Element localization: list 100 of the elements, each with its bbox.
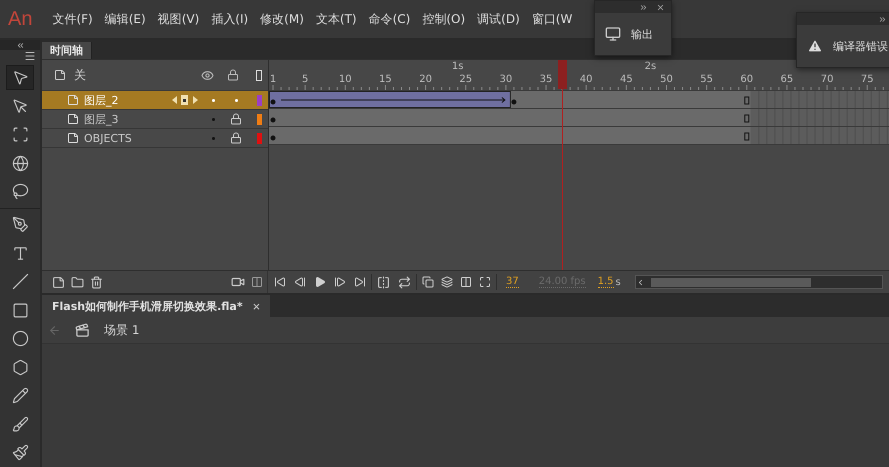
time-marker: 1s (452, 61, 464, 72)
camera-icon[interactable] (231, 275, 245, 289)
menu-item[interactable]: 调试(D) (471, 10, 526, 28)
lasso-icon (12, 183, 28, 200)
lock-icon[interactable] (227, 69, 239, 81)
horizontal-scrollbar[interactable] (634, 275, 883, 289)
brush-icon (12, 444, 28, 462)
menu-item[interactable]: 控制(O) (416, 10, 472, 28)
collapse-icon[interactable] (16, 40, 24, 50)
frame-row[interactable] (269, 91, 889, 109)
previous-frame-button[interactable] (294, 276, 306, 288)
scene-label: 场景 1 (104, 322, 140, 338)
current-frame[interactable]: 37 (506, 276, 519, 288)
frame-number: 20 (419, 74, 432, 85)
layer-icon (67, 113, 79, 125)
menu-item[interactable]: 修改(M) (254, 10, 310, 28)
folder-icon[interactable] (71, 276, 84, 288)
layer-folder-icon[interactable] (54, 69, 66, 81)
tween-span[interactable] (269, 91, 511, 108)
selection-arrow-icon (12, 69, 28, 86)
trash-icon[interactable] (90, 276, 103, 288)
pencil-icon (12, 387, 28, 404)
hexagon-icon (12, 358, 28, 376)
menu-item[interactable]: 文件(F) (46, 10, 99, 28)
expand-icon[interactable] (639, 2, 648, 12)
lock-icon[interactable] (230, 132, 242, 144)
frame-number: 55 (700, 74, 713, 85)
menu-item[interactable]: 命令(C) (362, 10, 416, 28)
close-button[interactable]: × (252, 298, 260, 314)
frame-number: 30 (500, 74, 512, 85)
keyframe-nav-icon[interactable] (171, 94, 199, 106)
menu-item[interactable]: 编辑(E) (98, 10, 152, 28)
visibility-dot[interactable] (212, 136, 214, 140)
next-frame-button[interactable] (334, 276, 346, 288)
playhead-handle[interactable] (558, 60, 568, 89)
visibility-dot[interactable] (212, 118, 214, 120)
frame-number: 70 (820, 74, 834, 85)
center-frame-button[interactable] (377, 276, 390, 288)
onion-skin-button[interactable] (422, 276, 434, 288)
menu-item[interactable]: 视图(V) (152, 10, 206, 28)
paint-brush-icon (12, 416, 28, 433)
frame-number: 1 (270, 74, 276, 85)
menu-item[interactable]: 文本(T) (310, 10, 363, 28)
frame-number: 50 (660, 74, 673, 85)
keyframe-dot[interactable] (270, 136, 276, 140)
oval-icon (12, 330, 28, 348)
play-button[interactable] (314, 276, 326, 288)
menu-item[interactable]: 窗口(W (526, 10, 578, 28)
timeline-tab[interactable]: 时间轴 (42, 42, 92, 59)
layer-color-swatch[interactable] (256, 132, 262, 144)
expand-icon[interactable] (878, 14, 887, 24)
menu-icon[interactable] (24, 50, 36, 62)
loop-button[interactable] (398, 276, 411, 288)
columns-icon[interactable] (251, 276, 263, 288)
close-icon[interactable] (656, 2, 665, 12)
free-transform-icon (12, 126, 28, 144)
onion-markers-button[interactable] (479, 276, 491, 288)
panel-label[interactable]: 编译器错误 (833, 38, 888, 54)
layer-color-swatch[interactable] (256, 94, 262, 106)
end-frame-marker[interactable] (744, 114, 750, 122)
menu-item[interactable]: 插入(I) (205, 10, 254, 28)
document-tab[interactable]: Flash如何制作手机滑屏切换效果.fla* × (42, 295, 270, 317)
panel-label[interactable]: 输出 (631, 26, 653, 42)
clapperboard-icon (75, 322, 90, 338)
elapsed-time[interactable]: 1.5 (598, 276, 614, 288)
line-icon (12, 273, 28, 290)
layer-row[interactable]: 图层_2 (42, 91, 268, 110)
keyframe-dot[interactable] (270, 118, 276, 122)
first-frame-button[interactable] (274, 276, 286, 288)
edit-frames-button[interactable] (460, 276, 472, 288)
keyframe-dot[interactable] (270, 100, 276, 104)
frame-number: 45 (620, 74, 633, 85)
outline-icon[interactable] (256, 70, 262, 80)
end-frame-marker[interactable] (744, 96, 750, 104)
document-title: Flash如何制作手机滑屏切换效果.fla* (52, 298, 243, 314)
layer-color-swatch[interactable] (256, 114, 262, 124)
onion-outline-button[interactable] (441, 276, 453, 288)
frame-number: 60 (740, 74, 754, 85)
new-layer-icon[interactable] (52, 276, 65, 288)
subselection-arrow-icon (12, 98, 28, 115)
keyframe-dot[interactable] (511, 100, 516, 104)
lock-icon[interactable] (230, 113, 242, 125)
lock-dot[interactable] (234, 98, 238, 102)
eye-icon[interactable] (200, 68, 214, 82)
visibility-dot[interactable] (212, 98, 214, 102)
end-frame-marker[interactable] (744, 132, 750, 140)
text-tool-icon (12, 244, 28, 262)
time-unit: s (616, 276, 621, 288)
warning-icon[interactable] (807, 38, 823, 54)
layer-icon (67, 132, 79, 144)
frame-number: 10 (338, 74, 352, 85)
frame-number: 15 (379, 74, 392, 85)
frame-number: 40 (580, 74, 593, 85)
tool-button[interactable] (6, 65, 34, 90)
frame-number: 35 (540, 74, 552, 85)
monitor-icon[interactable] (605, 26, 621, 42)
frame-number: 65 (780, 74, 794, 85)
header-label: 关 (74, 66, 87, 84)
app-logo: An (8, 8, 32, 30)
last-frame-button[interactable] (354, 276, 366, 288)
